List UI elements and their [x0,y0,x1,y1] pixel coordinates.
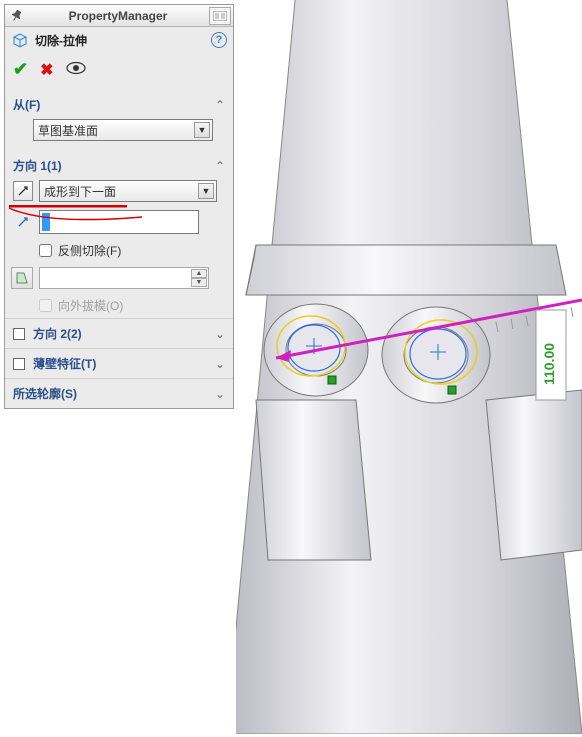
feature-title-row: 切除-拉伸 ? [5,27,233,53]
section-dir2-header[interactable]: 方向 2(2) ⌄ [5,318,233,348]
draft-outward-row: 向外拔模(O) [5,293,233,318]
draft-angle-input[interactable]: ▲ ▼ [39,267,209,289]
end-condition-dropdown[interactable]: 成形到下一面 ▼ [39,180,217,202]
chevron-down-icon: ⌄ [215,357,225,371]
dir2-checkbox[interactable] [13,328,25,340]
section-dir1-label: 方向 1(1) [13,157,62,174]
draft-row: ▲ ▼ [5,263,233,293]
draft-outward-label: 向外拔模(O) [58,297,123,314]
preview-toggle[interactable] [66,61,86,79]
model-preview: 110.00 [236,0,582,734]
chevron-down-icon: ⌄ [215,387,225,401]
help-icon[interactable]: ? [211,32,227,48]
section-contours-label: 所选轮廓(S) [13,385,77,402]
dropdown-arrow-icon: ▼ [198,183,214,199]
pin-icon[interactable] [9,7,27,25]
thin-checkbox[interactable] [13,358,25,370]
section-thin-header[interactable]: 薄壁特征(T) ⌄ [5,348,233,378]
draft-outward-checkbox [39,299,52,312]
ok-button[interactable]: ✔ [13,59,28,80]
flip-side-checkbox-row: 反侧切除(F) [5,238,233,263]
direction-reference-input[interactable] [39,210,199,234]
from-dropdown-value: 草图基准面 [38,122,98,139]
draft-icon-button[interactable] [11,267,33,289]
direction-vector-icon [13,215,33,229]
svg-text:110.00: 110.00 [541,343,557,385]
pm-header: PropertyManager [5,5,233,27]
pm-title: PropertyManager [27,9,209,23]
from-dropdown[interactable]: 草图基准面 ▼ [33,119,213,141]
section-from-body: 草图基准面 ▼ [5,115,233,151]
section-dir1-header[interactable]: 方向 1(1) ⌃ [5,151,233,176]
chevron-up-icon: ⌃ [215,98,225,112]
property-manager-panel: PropertyManager 切除-拉伸 ? ✔ ✖ 从(F) ⌃ 草图基准面… [4,4,234,409]
chevron-up-icon: ⌃ [215,159,225,173]
action-row: ✔ ✖ [5,53,233,90]
flip-side-label: 反侧切除(F) [58,242,121,259]
dir1-endcondition-row: 成形到下一面 ▼ [5,176,233,206]
flip-side-checkbox[interactable] [39,244,52,257]
panel-options-button[interactable] [209,7,231,25]
dir1-vector-row [5,206,233,238]
feature-name: 切除-拉伸 [35,32,87,49]
dropdown-arrow-icon: ▼ [194,122,210,138]
graphics-viewport[interactable]: 110.00 [236,0,582,734]
chevron-down-icon: ⌄ [215,327,225,341]
draft-stepper[interactable]: ▲ ▼ [191,269,207,287]
section-thin-label: 薄壁特征(T) [33,355,96,372]
section-from-label: 从(F) [13,96,40,113]
end-condition-value: 成形到下一面 [44,183,116,200]
cut-extrude-icon [11,31,29,49]
reverse-direction-button[interactable] [13,181,33,201]
section-dir2-label: 方向 2(2) [33,325,82,342]
text-caret [42,213,50,231]
stepper-down-icon[interactable]: ▼ [191,278,207,287]
cancel-button[interactable]: ✖ [40,60,53,80]
section-from-header[interactable]: 从(F) ⌃ [5,90,233,115]
stepper-up-icon[interactable]: ▲ [191,269,207,278]
section-contours-header[interactable]: 所选轮廓(S) ⌄ [5,378,233,408]
